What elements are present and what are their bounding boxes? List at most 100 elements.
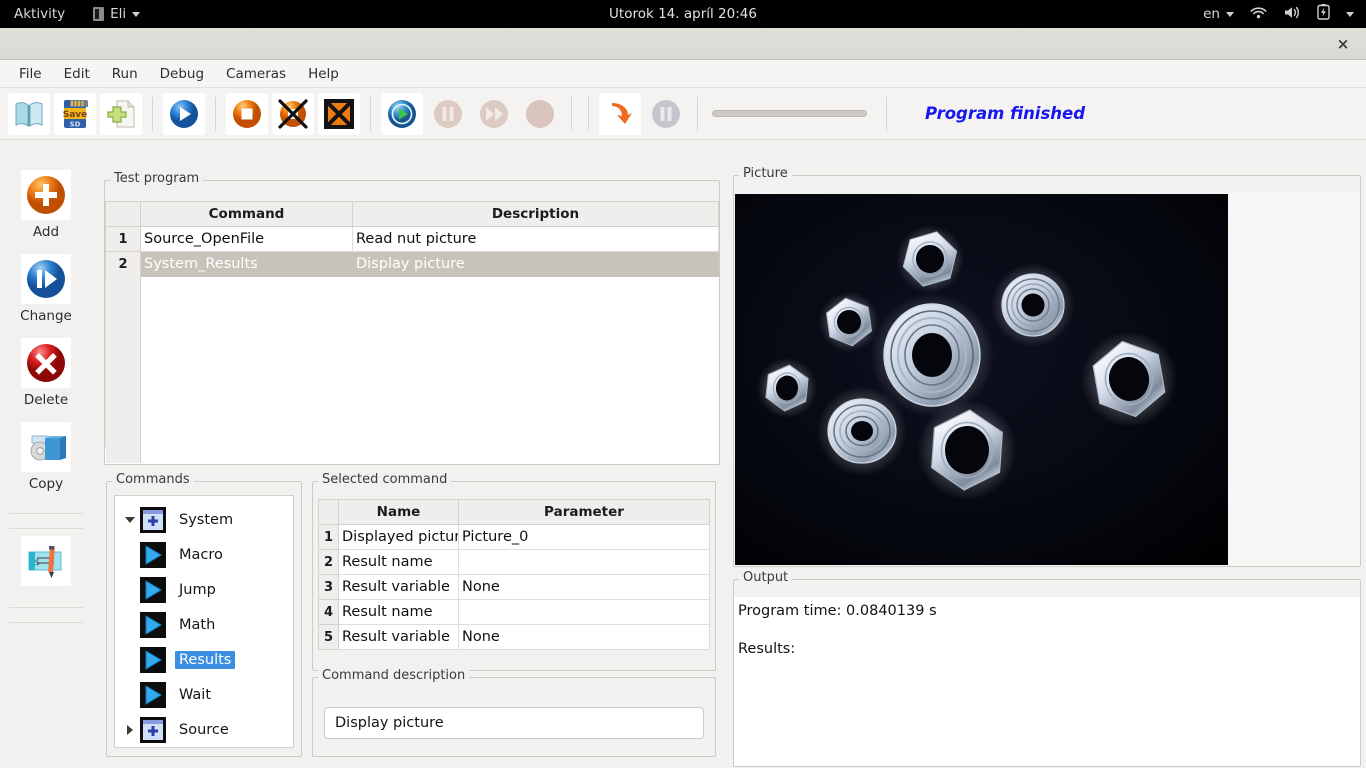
orange-arrow-icon xyxy=(603,97,637,131)
change-button[interactable]: Change xyxy=(20,254,72,324)
commands-title: Commands xyxy=(112,472,194,487)
menu-file[interactable]: File xyxy=(8,62,53,86)
row-name[interactable]: Result name xyxy=(339,550,459,575)
tree-item-math[interactable]: Math xyxy=(117,607,291,642)
square-crossed-icon xyxy=(322,97,356,131)
chevron-right-icon[interactable] xyxy=(121,725,139,735)
row-command[interactable]: Source_OpenFile xyxy=(141,227,353,252)
toolbar-separator xyxy=(215,97,216,131)
test-program-table[interactable]: Command Description 1 Source_OpenFile Re… xyxy=(105,201,719,277)
cancel-run-button[interactable] xyxy=(272,93,314,135)
export-button[interactable] xyxy=(599,93,641,135)
row-index: 1 xyxy=(106,227,141,252)
toolbar-separator xyxy=(886,97,887,131)
activities-button[interactable]: Aktivity xyxy=(14,6,65,22)
table-row[interactable]: 5 Result variable None xyxy=(319,625,710,650)
menu-edit[interactable]: Edit xyxy=(53,62,101,86)
selected-command-table[interactable]: Name Parameter 1 Displayed picture Pictu… xyxy=(318,499,710,650)
step-forward-button xyxy=(473,93,515,135)
row-name[interactable]: Result variable xyxy=(339,575,459,600)
table-row[interactable]: 2 System_Results Display picture xyxy=(106,252,719,277)
application-window: × File Edit Run Debug Cameras Help xyxy=(0,28,1366,768)
table-row[interactable]: 2 Result name xyxy=(319,550,710,575)
row-name[interactable]: Result variable xyxy=(339,625,459,650)
commands-tree[interactable]: System Macro xyxy=(114,495,294,748)
svg-text:Save: Save xyxy=(63,110,88,120)
row-parameter[interactable]: None xyxy=(459,575,710,600)
tree-item-jump[interactable]: Jump xyxy=(117,572,291,607)
menu-debug[interactable]: Debug xyxy=(149,62,215,86)
row-command[interactable]: System_Results xyxy=(141,252,353,277)
abort-button[interactable] xyxy=(318,93,360,135)
tree-item-source[interactable]: Source xyxy=(117,712,291,747)
row-name[interactable]: Displayed picture xyxy=(339,525,459,550)
window-icon xyxy=(93,7,104,21)
row-parameter[interactable] xyxy=(459,600,710,625)
blue-play-icon xyxy=(139,541,167,569)
hold-button xyxy=(645,93,687,135)
app-indicator[interactable]: Eli xyxy=(93,6,140,22)
output-title: Output xyxy=(739,570,792,585)
tree-item-label: Macro xyxy=(175,546,227,564)
save-card-button[interactable]: Save SD xyxy=(54,93,96,135)
menu-cameras[interactable]: Cameras xyxy=(215,62,297,86)
row-description[interactable]: Read nut picture xyxy=(353,227,719,252)
row-gutter xyxy=(106,273,141,463)
command-description-title: Command description xyxy=(318,668,469,683)
chevron-down-icon[interactable] xyxy=(121,517,139,523)
svg-text:$: $ xyxy=(35,558,41,568)
row-parameter[interactable]: None xyxy=(459,625,710,650)
app-indicator-label: Eli xyxy=(110,6,126,22)
pause-button xyxy=(427,93,469,135)
tree-item-system[interactable]: System xyxy=(117,502,291,537)
tree-item-label: Source xyxy=(175,721,233,739)
test-program-title: Test program xyxy=(110,171,203,186)
chevron-down-icon[interactable] xyxy=(1346,12,1354,17)
progress-bar xyxy=(712,110,867,117)
pause-circle-icon xyxy=(431,97,465,131)
volume-icon[interactable] xyxy=(1283,5,1301,24)
language-indicator[interactable]: en xyxy=(1203,6,1234,22)
menu-help[interactable]: Help xyxy=(297,62,350,86)
record-circle-icon xyxy=(523,97,557,131)
add-button[interactable]: Add xyxy=(21,170,71,240)
tree-item-results[interactable]: Results xyxy=(117,642,291,677)
table-row[interactable]: 1 Displayed picture Picture_0 xyxy=(319,525,710,550)
debug-run-button[interactable] xyxy=(381,93,423,135)
os-top-panel: Aktivity Eli Utorok 14. apríl 20:46 en xyxy=(0,0,1366,28)
picture-panel: Picture xyxy=(733,175,1361,567)
cheque-edit-button[interactable]: $ xyxy=(21,536,71,586)
close-icon[interactable]: × xyxy=(1328,28,1358,60)
tree-item-label: System xyxy=(175,511,237,529)
svg-text:SD: SD xyxy=(70,120,81,128)
row-name[interactable]: Result name xyxy=(339,600,459,625)
run-button[interactable] xyxy=(163,93,205,135)
table-row[interactable]: 4 Result name xyxy=(319,600,710,625)
table-row[interactable]: 1 Source_OpenFile Read nut picture xyxy=(106,227,719,252)
table-header-row: Command Description xyxy=(106,202,719,227)
copy-button[interactable]: Copy xyxy=(21,422,71,492)
tree-item-macro[interactable]: Macro xyxy=(117,537,291,572)
toolbar-separator xyxy=(697,97,698,131)
th-rownum xyxy=(106,202,141,227)
delete-button[interactable]: Delete xyxy=(21,338,71,408)
battery-charging-icon[interactable] xyxy=(1317,4,1330,24)
row-index: 2 xyxy=(319,550,339,575)
output-text[interactable]: Program time: 0.0840139 s Results: xyxy=(734,597,1360,766)
row-parameter[interactable] xyxy=(459,550,710,575)
rail-divider xyxy=(9,528,83,529)
tree-item-wait[interactable]: Wait xyxy=(117,677,291,712)
picture-view[interactable] xyxy=(735,194,1228,565)
stop-button[interactable] xyxy=(226,93,268,135)
add-document-button[interactable] xyxy=(100,93,142,135)
row-parameter[interactable]: Picture_0 xyxy=(459,525,710,550)
plus-circle-icon xyxy=(21,170,71,220)
row-description[interactable]: Display picture xyxy=(353,252,719,277)
table-row[interactable]: 3 Result variable None xyxy=(319,575,710,600)
open-book-button[interactable] xyxy=(8,93,50,135)
table-empty-area[interactable] xyxy=(105,277,719,447)
menu-run[interactable]: Run xyxy=(101,62,149,86)
pause-grey-icon xyxy=(649,97,683,131)
wifi-icon[interactable] xyxy=(1250,5,1267,24)
command-description-input[interactable]: Display picture xyxy=(324,707,704,739)
